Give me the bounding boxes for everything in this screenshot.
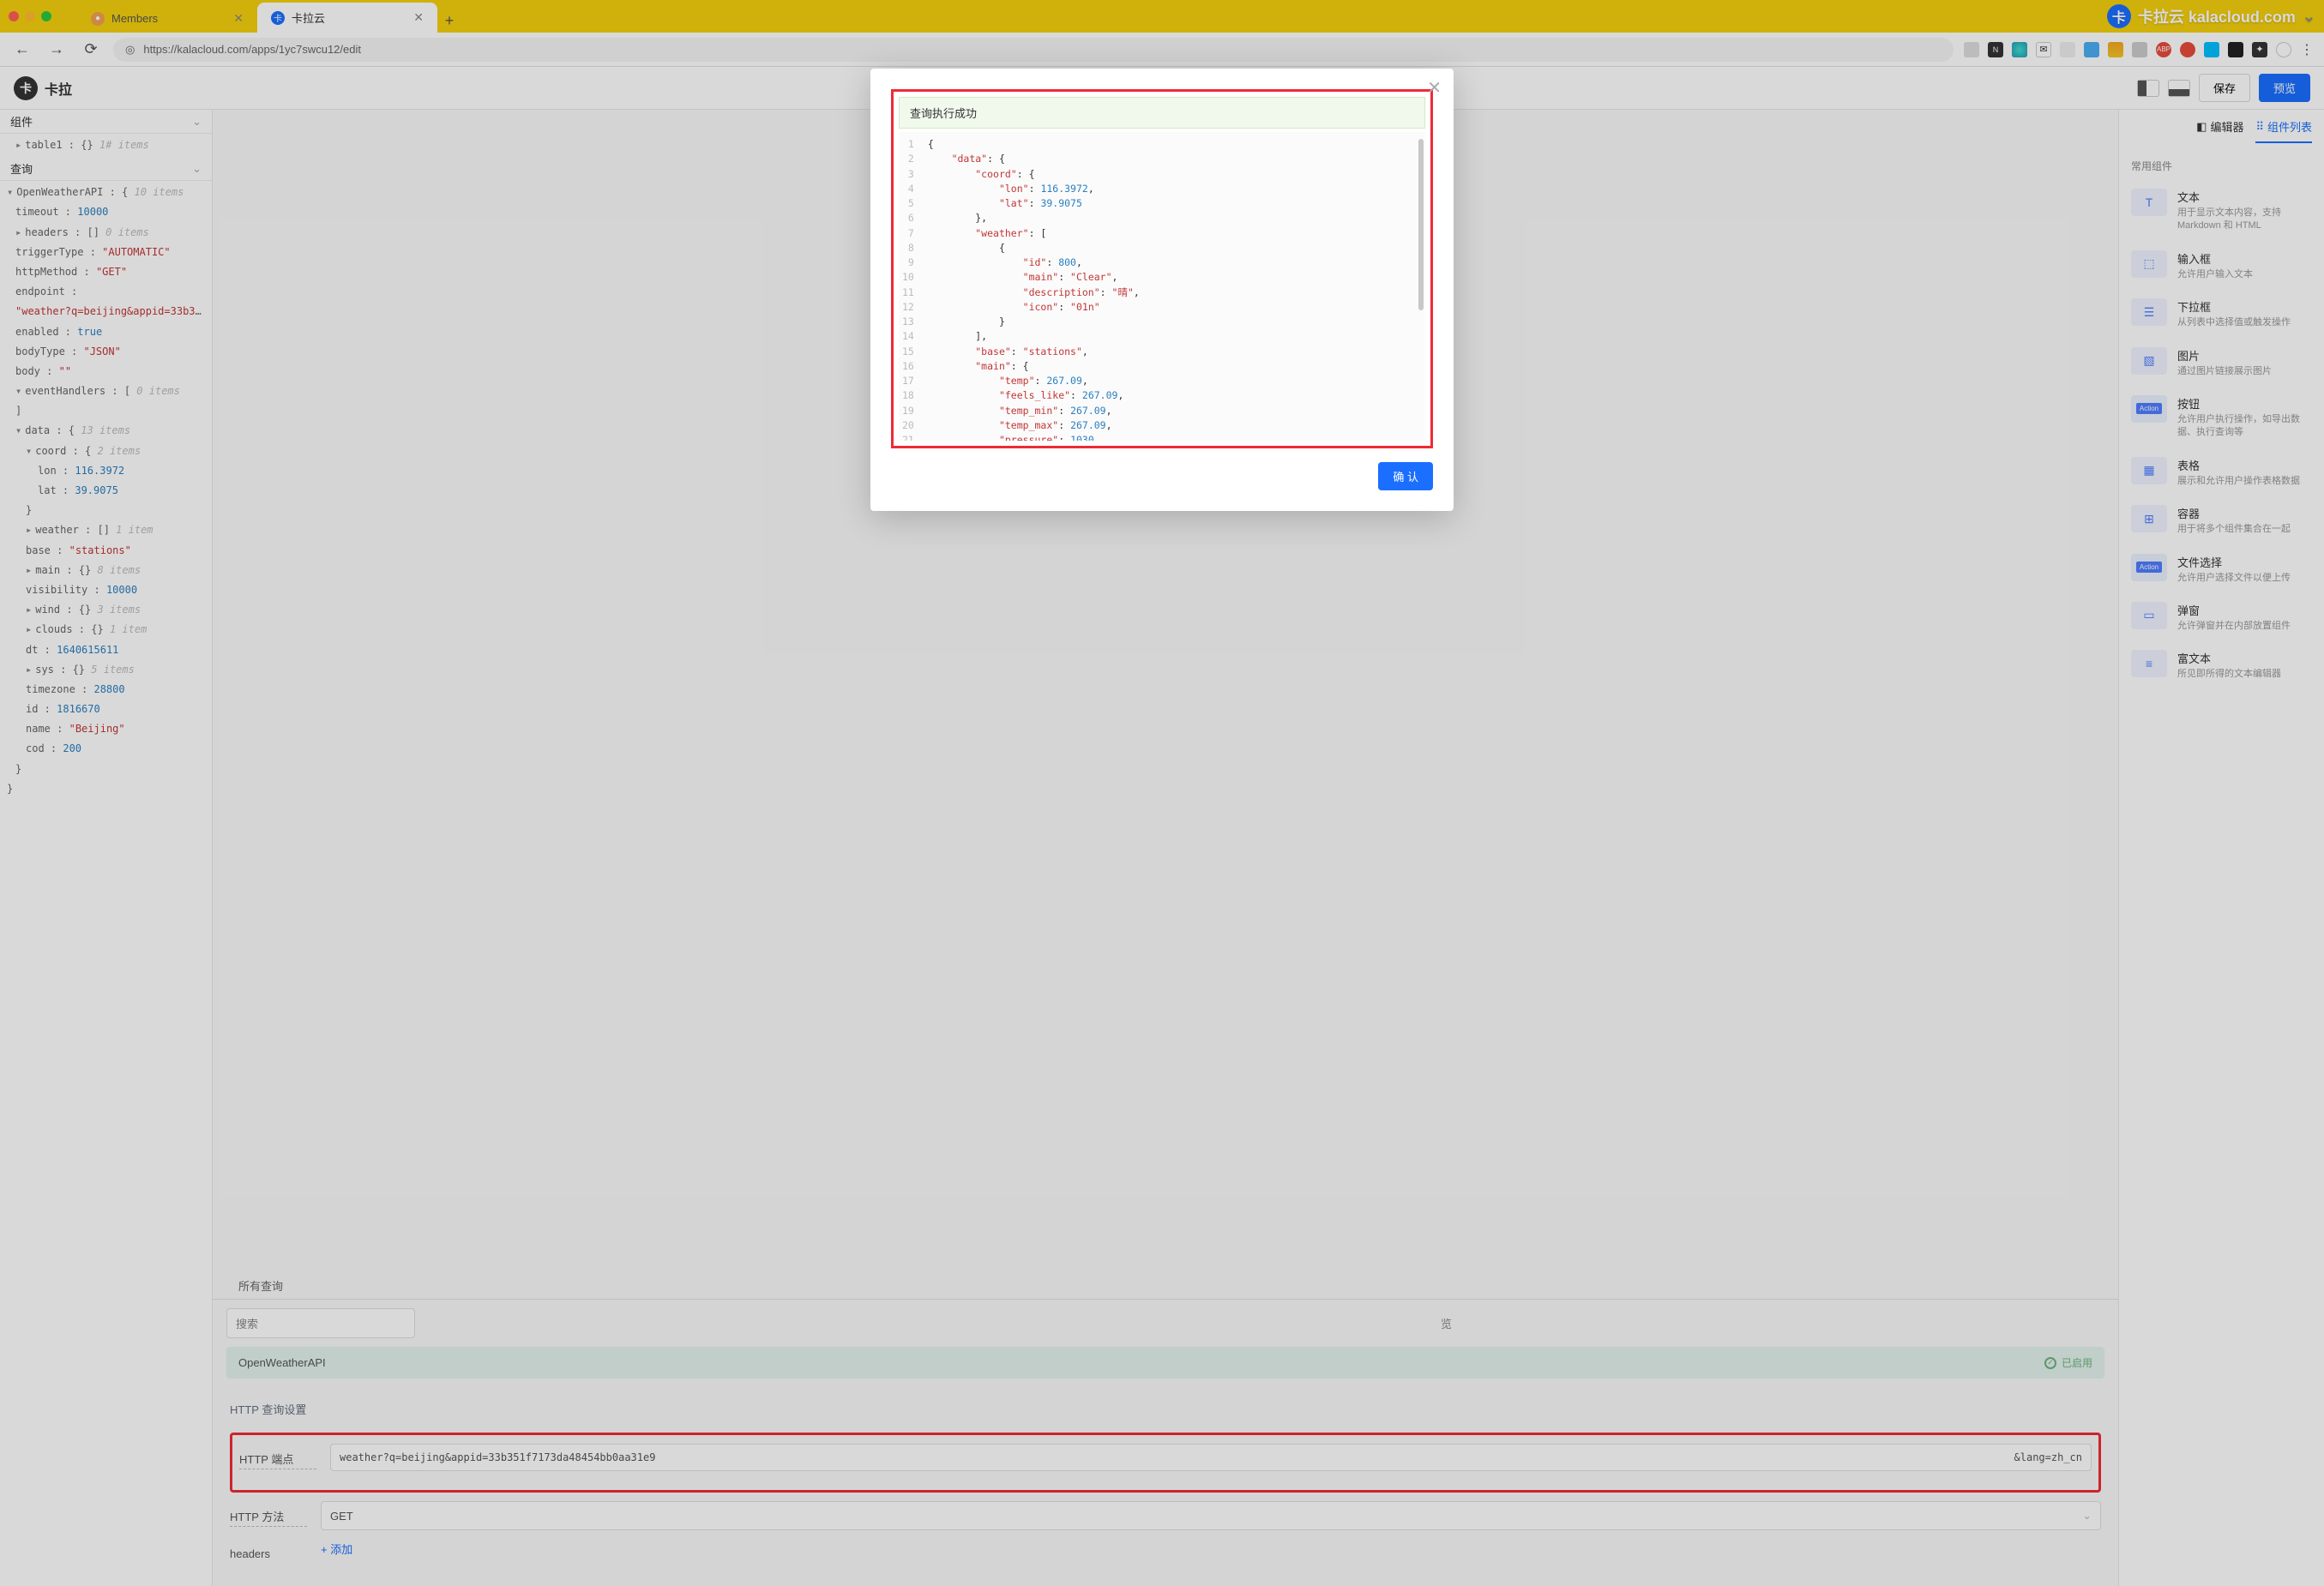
line-gutter: 123456789101112131415161718192021222324: [899, 132, 921, 441]
code-content: { "data": { "coord": { "lon": 116.3972, …: [921, 132, 1425, 441]
confirm-button[interactable]: 确 认: [1378, 462, 1433, 490]
modal-overlay[interactable]: ✕ 查询执行成功 1234567891011121314151617181920…: [0, 0, 2324, 1586]
scrollbar-thumb[interactable]: [1418, 139, 1424, 310]
close-modal-icon[interactable]: ✕: [1427, 77, 1442, 99]
json-result-view[interactable]: 123456789101112131415161718192021222324 …: [899, 132, 1425, 441]
query-result-modal: ✕ 查询执行成功 1234567891011121314151617181920…: [870, 69, 1454, 511]
success-banner: 查询执行成功: [899, 97, 1425, 129]
